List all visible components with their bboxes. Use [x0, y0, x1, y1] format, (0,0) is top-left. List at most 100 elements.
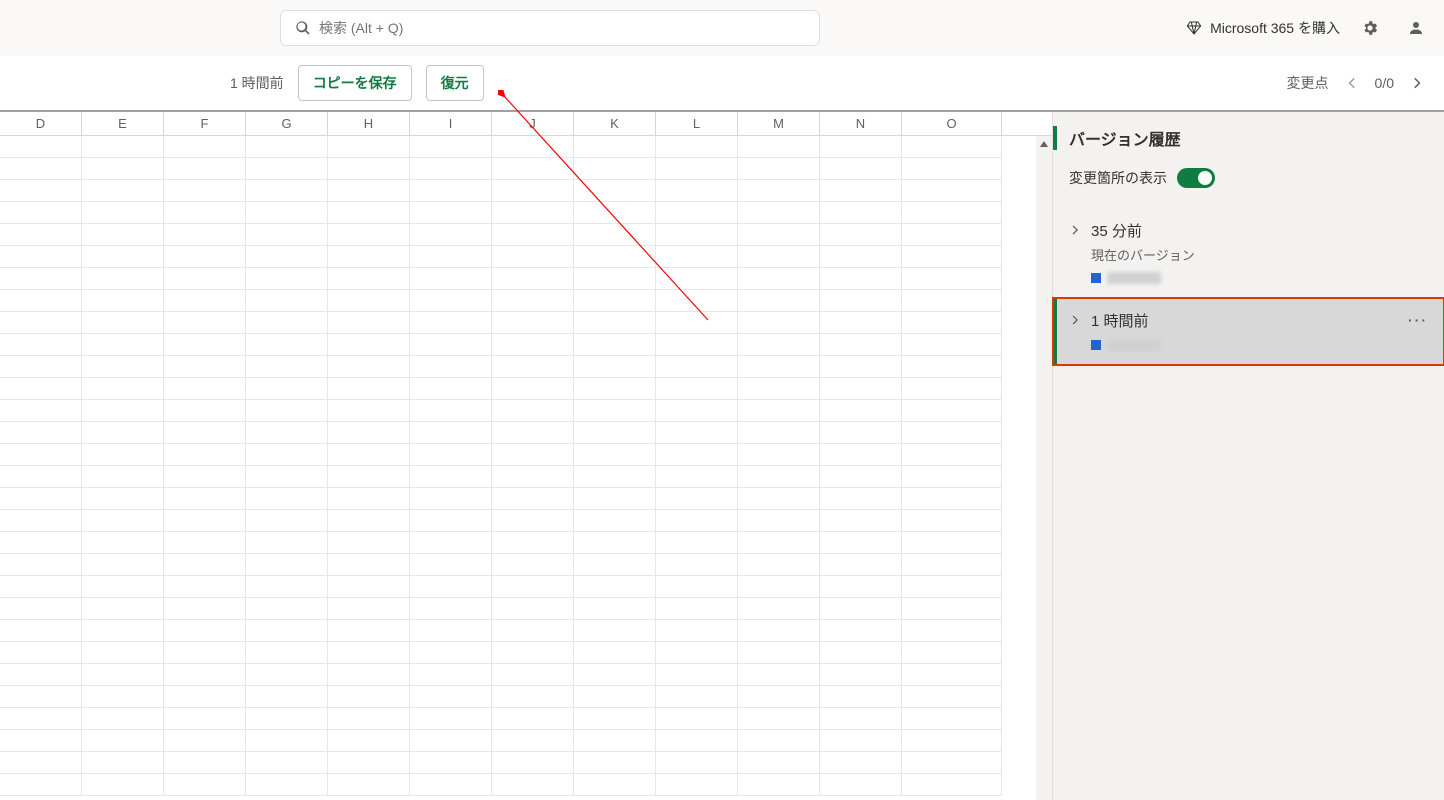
cell[interactable] — [82, 202, 164, 224]
cell[interactable] — [656, 268, 738, 290]
cell[interactable] — [82, 180, 164, 202]
cell[interactable] — [0, 136, 82, 158]
cell[interactable] — [656, 312, 738, 334]
cell[interactable] — [164, 532, 246, 554]
cell[interactable] — [164, 708, 246, 730]
cell[interactable] — [82, 334, 164, 356]
cell[interactable] — [574, 466, 656, 488]
cell[interactable] — [246, 136, 328, 158]
cell[interactable] — [328, 730, 410, 752]
cell[interactable] — [246, 554, 328, 576]
cell[interactable] — [82, 246, 164, 268]
restore-button[interactable]: 復元 — [426, 65, 484, 101]
cell[interactable] — [82, 224, 164, 246]
cell[interactable] — [410, 554, 492, 576]
cell[interactable] — [410, 620, 492, 642]
cell[interactable] — [0, 444, 82, 466]
cell[interactable] — [328, 356, 410, 378]
cell[interactable] — [820, 444, 902, 466]
cell[interactable] — [492, 378, 574, 400]
cell[interactable] — [82, 400, 164, 422]
column-header[interactable]: H — [328, 112, 410, 135]
cell[interactable] — [0, 334, 82, 356]
cell[interactable] — [0, 774, 82, 796]
column-header[interactable]: L — [656, 112, 738, 135]
cell[interactable] — [820, 774, 902, 796]
cell[interactable] — [164, 774, 246, 796]
cell[interactable] — [820, 532, 902, 554]
cell[interactable] — [82, 598, 164, 620]
cell[interactable] — [0, 422, 82, 444]
cell[interactable] — [656, 598, 738, 620]
cell[interactable] — [164, 686, 246, 708]
version-item-selected[interactable]: 1 時間前 ··· — [1053, 298, 1444, 365]
cell[interactable] — [820, 488, 902, 510]
cell[interactable] — [656, 400, 738, 422]
cell[interactable] — [574, 510, 656, 532]
cell[interactable] — [902, 290, 1002, 312]
cell[interactable] — [246, 598, 328, 620]
cell[interactable] — [82, 730, 164, 752]
cell[interactable] — [820, 752, 902, 774]
cell[interactable] — [410, 422, 492, 444]
cell[interactable] — [574, 752, 656, 774]
cell[interactable] — [82, 268, 164, 290]
cell[interactable] — [738, 686, 820, 708]
cell[interactable] — [410, 312, 492, 334]
column-header[interactable]: J — [492, 112, 574, 135]
cell[interactable] — [820, 554, 902, 576]
cell[interactable] — [164, 444, 246, 466]
cell[interactable] — [574, 180, 656, 202]
cell[interactable] — [656, 664, 738, 686]
cell[interactable] — [902, 598, 1002, 620]
spreadsheet-area[interactable]: DEFGHIJKLMNO — [0, 112, 1052, 800]
cell[interactable] — [656, 422, 738, 444]
cell[interactable] — [820, 268, 902, 290]
cell[interactable] — [656, 510, 738, 532]
cell[interactable] — [0, 642, 82, 664]
cell[interactable] — [82, 312, 164, 334]
cell[interactable] — [328, 400, 410, 422]
cell[interactable] — [656, 752, 738, 774]
cell[interactable] — [738, 158, 820, 180]
cell[interactable] — [410, 378, 492, 400]
cell[interactable] — [410, 202, 492, 224]
cell[interactable] — [246, 422, 328, 444]
cell[interactable] — [164, 356, 246, 378]
cell[interactable] — [656, 488, 738, 510]
cell[interactable] — [328, 642, 410, 664]
cell[interactable] — [410, 136, 492, 158]
cell[interactable] — [820, 356, 902, 378]
cell[interactable] — [82, 554, 164, 576]
cell[interactable] — [246, 466, 328, 488]
cell[interactable] — [246, 356, 328, 378]
cell[interactable] — [492, 488, 574, 510]
cell[interactable] — [328, 664, 410, 686]
cell[interactable] — [738, 598, 820, 620]
cell[interactable] — [656, 136, 738, 158]
cell[interactable] — [656, 466, 738, 488]
cell[interactable] — [820, 290, 902, 312]
cell[interactable] — [328, 532, 410, 554]
cell[interactable] — [0, 686, 82, 708]
cell[interactable] — [902, 356, 1002, 378]
cell[interactable] — [0, 268, 82, 290]
cell[interactable] — [0, 312, 82, 334]
cell[interactable] — [0, 488, 82, 510]
cell[interactable] — [902, 224, 1002, 246]
cell[interactable] — [738, 224, 820, 246]
cell[interactable] — [246, 686, 328, 708]
cell[interactable] — [328, 466, 410, 488]
cell[interactable] — [902, 774, 1002, 796]
cell[interactable] — [902, 400, 1002, 422]
cell[interactable] — [82, 664, 164, 686]
cell[interactable] — [82, 422, 164, 444]
cell[interactable] — [82, 136, 164, 158]
cell[interactable] — [492, 576, 574, 598]
cell[interactable] — [820, 664, 902, 686]
cell[interactable] — [492, 752, 574, 774]
cell[interactable] — [246, 488, 328, 510]
cell[interactable] — [246, 312, 328, 334]
cell[interactable] — [410, 752, 492, 774]
cell[interactable] — [738, 576, 820, 598]
